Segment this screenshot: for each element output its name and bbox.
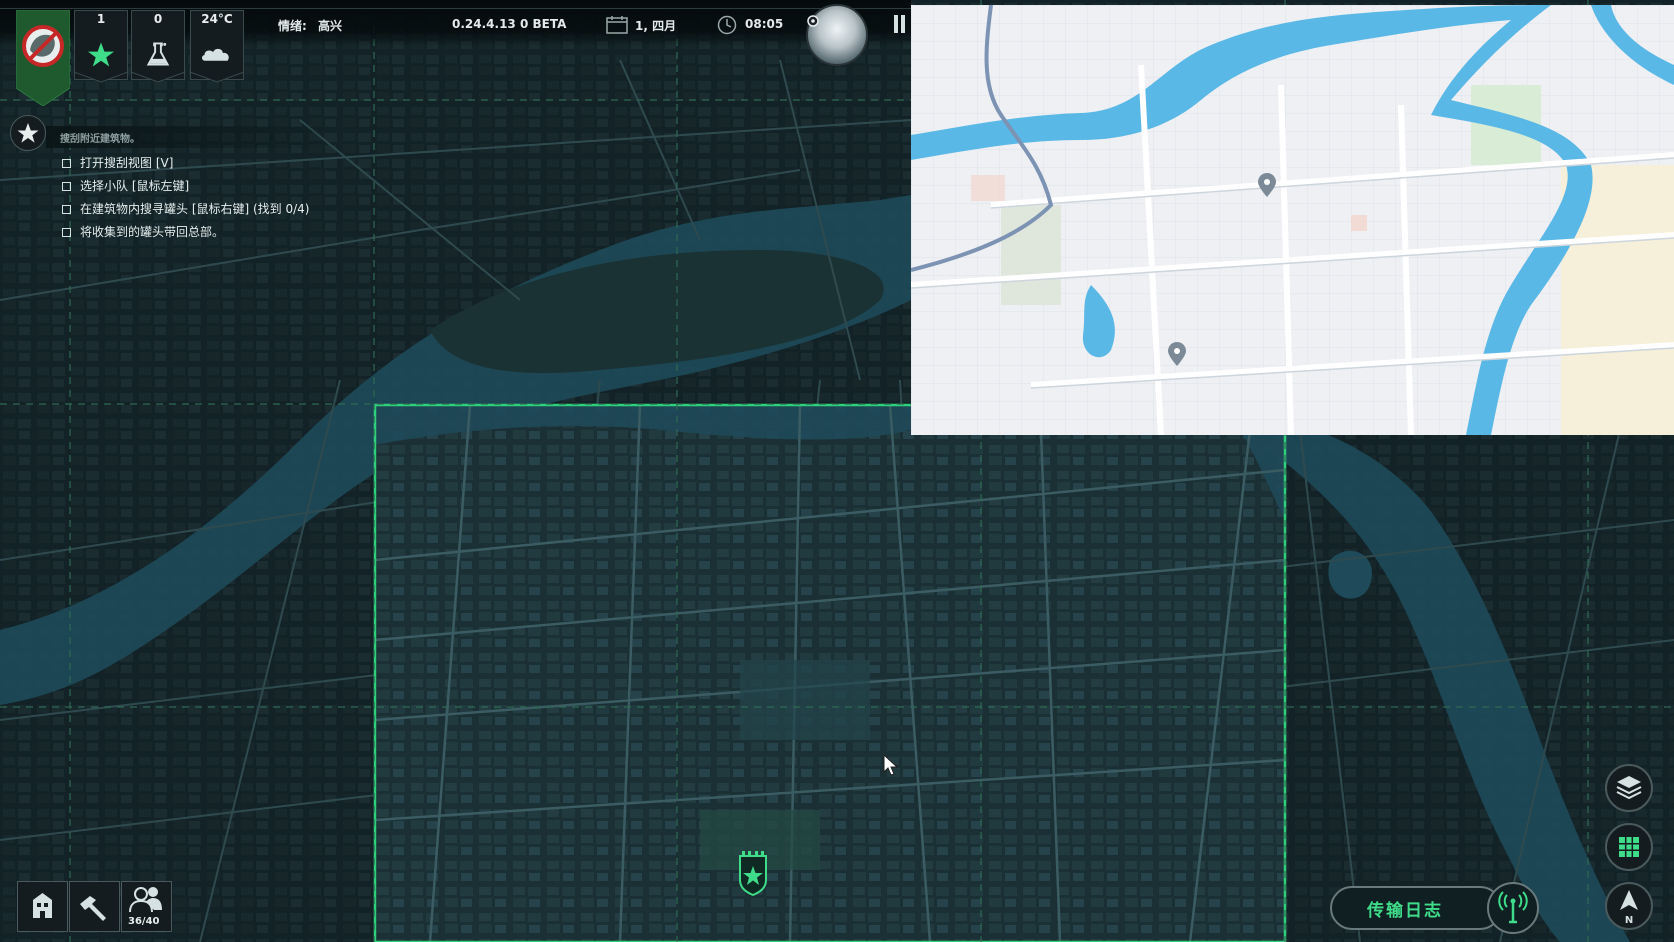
park-block [740,660,870,740]
buildings-button[interactable] [17,881,68,932]
stat-temperature-value: 24°C [201,12,233,26]
flask-icon [146,42,170,66]
objective-title: 搜刮附近建筑物。 [60,134,140,145]
scavenge-tools-button[interactable] [69,881,120,932]
stat-research-value: 0 [153,12,163,26]
map-building [971,175,1005,201]
survivors-icon [129,887,162,913]
street-map [911,5,1674,435]
stat-morale-value: 1 [96,12,106,26]
stat-box-chevrons [74,72,245,83]
settings-gear-icon[interactable] [806,14,820,28]
squad-count: 36/40 [128,916,160,927]
game-version: 0.24.4.13 0 BETA [452,17,567,31]
stat-research[interactable]: 0 [131,10,185,80]
building-icon [33,893,52,918]
map-layers-button[interactable] [1605,764,1653,812]
objective-item-text: 将收集到的罐头带回总部。 [80,225,225,239]
calendar-icon [606,16,628,34]
objective-item-text: 在建筑物内搜寻罐头 [鼠标右键] (找到 0/4) [80,202,310,216]
objective-checkbox [62,228,71,237]
objective-item-text: 打开搜刮视图 [V] [80,156,174,170]
radio-tower-icon [1498,891,1528,924]
pause-icon[interactable] [893,14,907,34]
stat-weather[interactable]: 24°C [190,10,244,80]
transmission-log-label: 传输日志 [1367,901,1443,921]
cloud-icon [202,48,229,61]
compass-label: N [1625,915,1633,926]
stat-morale[interactable]: 1 [74,10,128,80]
compass-north-icon: N [1620,890,1638,926]
objective-star-button[interactable] [10,115,46,151]
objective-item: 将收集到的罐头带回总部。 [62,223,224,240]
mouse-cursor-icon [883,754,899,776]
game-date: 1, 四月 [635,19,677,33]
faction-emblem-icon[interactable] [16,10,70,106]
star-icon [17,123,39,143]
objective-checkbox [62,159,71,168]
grid-icon [1619,837,1639,857]
compass-north-button[interactable]: N [1605,882,1653,930]
map-building [1351,215,1367,231]
objective-item: 选择小队 [鼠标左键] [62,177,189,194]
game-time: 08:05 [745,17,784,31]
reference-map-overlay[interactable] [911,5,1674,435]
objective-item-text: 选择小队 [鼠标左键] [80,179,190,193]
radio-antenna-button[interactable] [1487,882,1539,934]
hq-marker-icon[interactable] [738,850,768,896]
hammer-icon [80,896,106,921]
objective-checkbox [62,182,71,191]
objective-item: 打开搜刮视图 [V] [62,154,173,171]
objective-checkbox [62,205,71,214]
top-hud-line [0,8,911,9]
grid-toggle-button[interactable] [1605,823,1653,871]
layers-icon [1616,776,1642,800]
objective-item: 在建筑物内搜寻罐头 [鼠标右键] (找到 0/4) [62,200,309,217]
mood-label: 情绪: [278,19,307,33]
star-icon [88,42,114,67]
mood-value: 高兴 [318,19,343,33]
clock-icon [717,15,737,35]
